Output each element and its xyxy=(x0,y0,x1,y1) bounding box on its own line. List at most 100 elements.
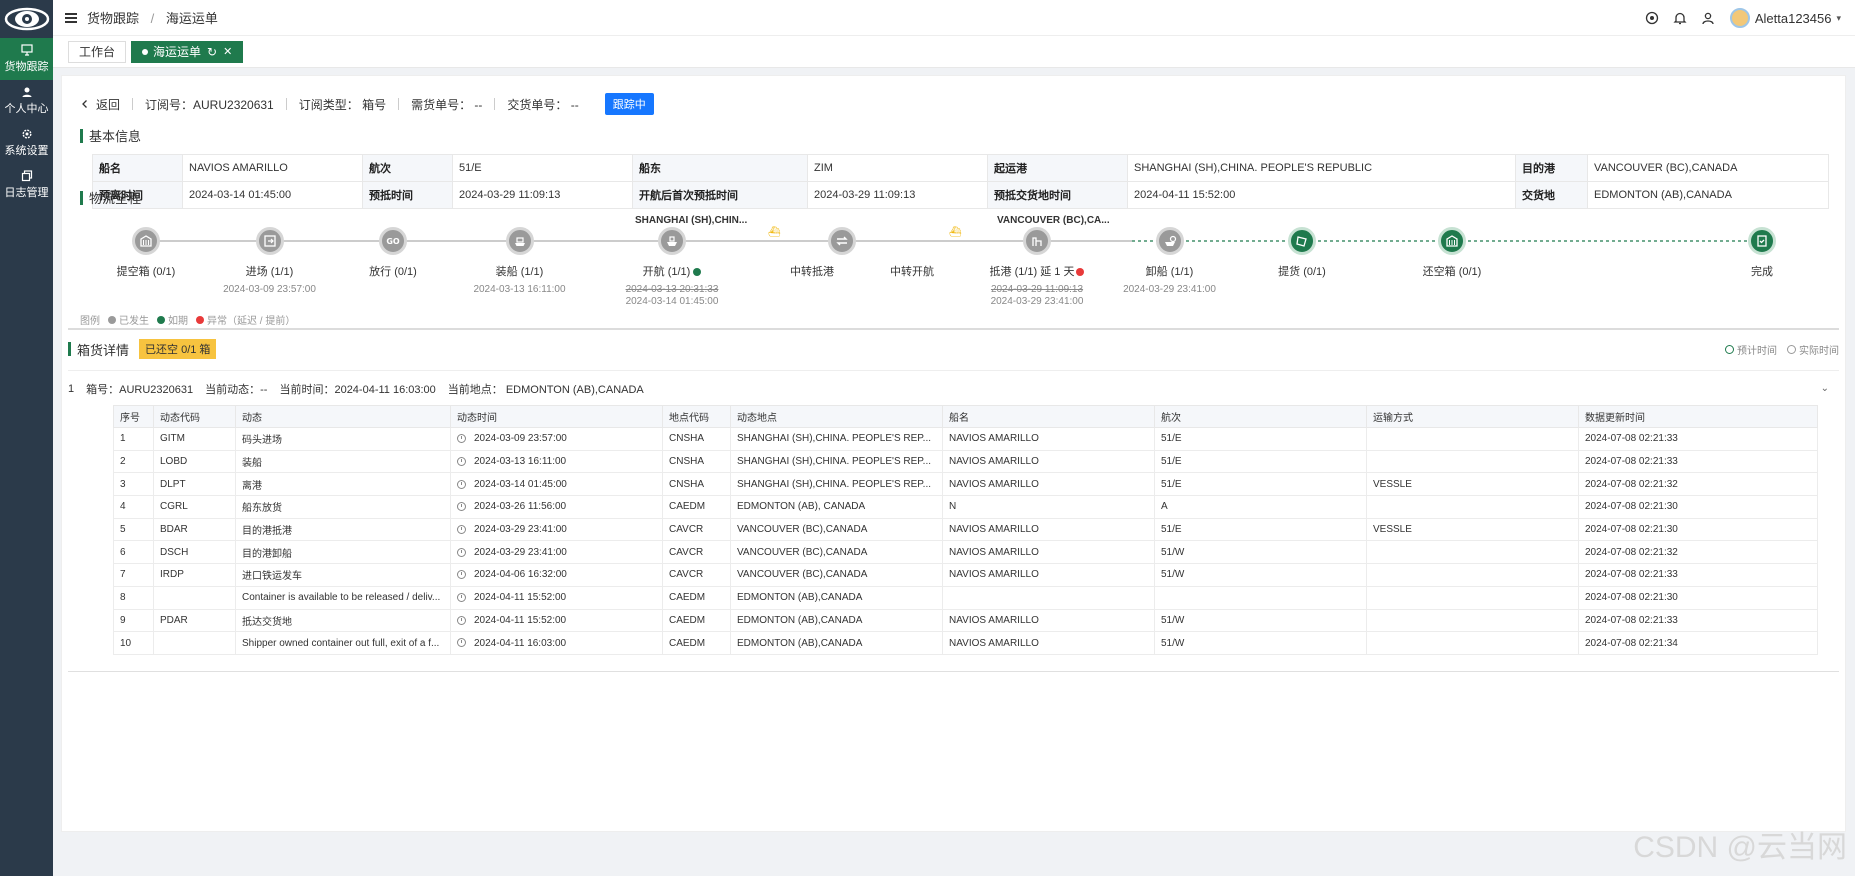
sidebar-item-personal-center[interactable]: 个人中心 xyxy=(0,80,53,122)
timeline-node-pickup[interactable]: 提货 (0/1) xyxy=(1252,227,1352,279)
gate-icon xyxy=(255,227,284,255)
event-time: 2024-04-11 15:52:00 xyxy=(474,592,567,604)
timeline-node-empty-pickup[interactable]: 提空箱 (0/1) xyxy=(102,227,190,279)
table-cell: 51/W xyxy=(1154,563,1367,587)
tab-workbench[interactable]: 工作台 xyxy=(68,40,127,63)
table-cell: CNSHA xyxy=(662,427,731,451)
column-header: 运输方式 xyxy=(1366,405,1579,428)
field-label: 船东 xyxy=(632,154,808,182)
unload-ship-icon xyxy=(1155,227,1184,255)
clipboard-check-icon xyxy=(1748,227,1776,255)
timeline-node-release[interactable]: GO 放行 (0/1) xyxy=(348,227,438,279)
page-footer-area xyxy=(61,832,1846,876)
basic-info-table: 船名 NAVIOS AMARILLO 航次 51/E 船东 ZIM 起运港 SH… xyxy=(92,154,1829,209)
node-label: 抵港 (1/1) 延 1 天 xyxy=(972,263,1102,279)
field-value: EDMONTON (AB),CANADA xyxy=(1587,181,1829,209)
table-cell: 10 xyxy=(113,631,154,655)
section-divider xyxy=(68,328,1839,330)
actual-time-icon xyxy=(457,434,466,444)
table-cell xyxy=(153,585,236,610)
sidebar-item-label: 系统设置 xyxy=(4,145,49,157)
table-cell: IRDP xyxy=(153,563,236,587)
basic-info-title: 基本信息 xyxy=(80,126,141,145)
node-label: 开航 (1/1) xyxy=(607,263,737,279)
node-label: 中转抵港 xyxy=(790,266,834,278)
field-label: 交货地 xyxy=(1515,181,1588,209)
chevron-down-icon[interactable]: ⌄ xyxy=(1821,383,1829,394)
timeline-node-arrival[interactable]: 抵港 (1/1) 延 1 天 2024-03-29 11:09:13 2024-… xyxy=(972,227,1102,308)
sidebar-item-system-settings[interactable]: 系统设置 xyxy=(0,122,53,164)
bell-icon[interactable] xyxy=(1673,11,1687,25)
table-cell: N xyxy=(942,495,1155,519)
chevron-down-icon[interactable]: ▾ xyxy=(1836,13,1841,24)
table-cell: CNSHA xyxy=(662,449,731,474)
timeline-node-unloading[interactable]: 卸船 (1/1) 2024-03-29 23:41:00 xyxy=(1102,227,1237,296)
table-row: 船名 NAVIOS AMARILLO 航次 51/E 船东 ZIM 起运港 SH… xyxy=(92,154,1829,182)
container-summary-row[interactable]: 1 箱号：AURU2320631 当前动态：-- 当前时间：2024-04-11… xyxy=(68,370,1839,406)
sidebar-item-log-management[interactable]: 日志管理 xyxy=(0,164,53,206)
menu-toggle-icon[interactable] xyxy=(65,12,77,23)
eye-logo-icon[interactable] xyxy=(0,0,53,38)
table-cell: 51/W xyxy=(1154,540,1367,565)
timeline-node-complete[interactable]: 完成 xyxy=(1722,227,1802,279)
table-cell xyxy=(1366,449,1579,474)
timeline-node-return-empty[interactable]: 还空箱 (0/1) xyxy=(1402,227,1502,279)
table-cell: 2024-07-08 02:21:30 xyxy=(1578,585,1818,610)
username[interactable]: Aletta123456 xyxy=(1755,11,1832,26)
table-cell: 2024-04-11 15:52:00 xyxy=(450,585,663,610)
table-row: 3 DLPT 离港 2024-03-14 01:45:00 CNSHA SHANGHAI … xyxy=(113,472,1818,497)
timeline-legend: 图例 已发生 如期 异常（延迟 / 提前） xyxy=(80,312,303,327)
active-dot-icon xyxy=(142,48,149,55)
table-cell: 2024-07-08 02:21:34 xyxy=(1578,631,1818,655)
sidebar: 货物跟踪 个人中心 系统设置 日志管理 xyxy=(0,0,53,876)
breadcrumb-item[interactable]: 货物跟踪 xyxy=(87,11,139,26)
back-button[interactable]: 返回 xyxy=(80,96,120,113)
table-cell: 51/W xyxy=(1154,631,1367,655)
table-cell: 9 xyxy=(113,608,154,633)
return-container-icon xyxy=(1438,227,1466,255)
table-cell: NAVIOS AMARILLO xyxy=(942,540,1155,565)
actual-time-icon xyxy=(457,593,466,603)
table-cell: PDAR xyxy=(153,608,236,633)
node-label: 提空箱 (0/1) xyxy=(116,266,176,278)
table-cell: NAVIOS AMARILLO xyxy=(942,631,1155,655)
table-cell: 2024-04-06 16:32:00 xyxy=(450,563,663,587)
logistics-title: 物流全程 xyxy=(80,188,141,207)
field-value: 2024-03-29 11:09:13 xyxy=(807,181,988,209)
table-row: 6 DSCH 目的港卸船 2024-03-29 23:41:00 CAVCR VANCOU… xyxy=(113,540,1818,565)
time-legend: 预计时间 实际时间 xyxy=(1715,342,1839,357)
actual-time-icon xyxy=(457,547,466,557)
table-cell: Container is available to be released / … xyxy=(235,585,451,610)
actual-time-icon xyxy=(457,638,466,648)
field-label: 目的港 xyxy=(1515,154,1588,182)
table-row: 8 Container is available to be released /… xyxy=(113,585,1818,610)
node-time: 2024-03-29 23:41:00 xyxy=(990,296,1084,307)
container-icon xyxy=(132,227,160,255)
table-cell: 51/W xyxy=(1154,608,1367,633)
actual-time-legend: 实际时间 xyxy=(1787,342,1839,357)
sidebar-item-cargo-tracking[interactable]: 货物跟踪 xyxy=(0,38,53,80)
table-cell: DLPT xyxy=(153,472,236,497)
actual-time-icon xyxy=(457,456,466,466)
user-icon[interactable] xyxy=(1701,11,1715,25)
table-cell: EDMONTON (AB),CANADA xyxy=(730,631,943,655)
timeline-node-departure[interactable]: 开航 (1/1) 2024-03-13 20:31:33 2024-03-14 … xyxy=(607,227,737,308)
timeline-node-gate-in[interactable]: 进场 (1/1) 2024-03-09 23:57:00 xyxy=(202,227,337,296)
column-header: 动态代码 xyxy=(153,405,236,428)
actual-time-icon xyxy=(457,570,466,580)
table-cell: 2024-07-08 02:21:33 xyxy=(1578,608,1818,633)
table-cell: 码头进场 xyxy=(235,427,451,451)
settings-circle-icon[interactable] xyxy=(1645,11,1659,25)
timeline-node-loading[interactable]: 装船 (1/1) 2024-03-13 16:11:00 xyxy=(452,227,587,296)
table-cell: GITM xyxy=(153,427,236,451)
close-icon[interactable]: ✕ xyxy=(223,45,232,58)
actual-time-icon xyxy=(457,502,466,512)
table-cell: LOBD xyxy=(153,449,236,474)
field-value: 51/E xyxy=(452,154,633,182)
table-cell: CAEDM xyxy=(662,631,731,655)
field-value: 2024-03-29 11:09:13 xyxy=(452,181,633,209)
avatar[interactable] xyxy=(1729,8,1750,28)
refresh-icon[interactable]: ↻ xyxy=(207,45,217,59)
tab-sea-waybill[interactable]: 海运运单 ↻ ✕ xyxy=(131,40,244,63)
table-cell xyxy=(153,631,236,655)
